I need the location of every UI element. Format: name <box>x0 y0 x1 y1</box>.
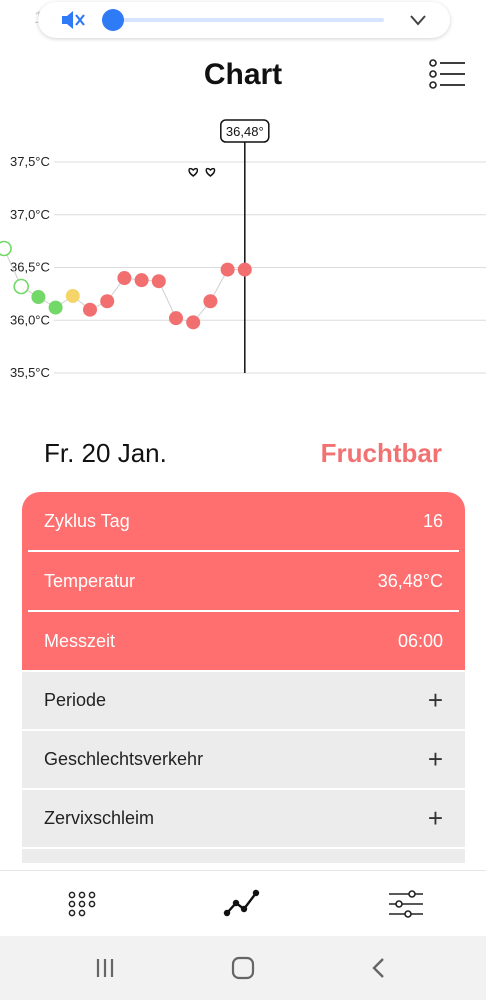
measure-time-value: 06:00 <box>397 630 443 651</box>
data-point <box>65 288 80 303</box>
list-item-partial[interactable] <box>22 849 465 863</box>
chevron-down-icon[interactable] <box>408 12 428 28</box>
day-summary-card: Zyklus Tag 16 Temperatur 36,48°C Messzei… <box>22 492 465 670</box>
status-bar: 13 <box>0 0 486 38</box>
entry-list: Periode + Geschlechtsverkehr + Zervixsch… <box>22 672 465 863</box>
measure-time-label: Messzeit <box>44 630 116 651</box>
cycle-day-row: Zyklus Tag 16 <box>22 492 465 550</box>
data-point <box>100 294 115 309</box>
back-icon[interactable] <box>364 954 394 982</box>
data-point <box>83 302 97 317</box>
list-item-label: Geschlechtsverkehr <box>44 749 204 769</box>
data-point <box>151 274 166 289</box>
data-point <box>220 262 235 277</box>
data-point <box>237 262 252 277</box>
list-item-label: Zervixschleim <box>44 808 155 828</box>
selected-date: Fr. 20 Jan. <box>44 438 167 468</box>
data-point <box>31 290 46 305</box>
home-icon[interactable] <box>228 954 258 982</box>
volume-slider-knob[interactable] <box>102 9 124 31</box>
speaker-muted-icon[interactable] <box>60 8 86 32</box>
list-item-geschlechtsverkehr[interactable]: Geschlechtsverkehr + <box>22 731 465 788</box>
selected-value-label: 36,48° <box>226 124 264 139</box>
temperature-row[interactable]: Temperatur 36,48°C <box>22 552 465 610</box>
bottom-navigation <box>0 870 486 937</box>
y-tick-label: 37,5°C <box>10 154 50 169</box>
list-menu-icon[interactable] <box>428 58 468 92</box>
list-item-periode[interactable]: Periode + <box>22 672 465 729</box>
data-point <box>203 294 218 309</box>
cycle-day-label: Zyklus Tag <box>44 510 130 531</box>
y-tick-label: 37,0°C <box>10 207 50 222</box>
volume-slider-track[interactable] <box>114 18 384 22</box>
cycle-day-value: 16 <box>422 510 443 531</box>
data-point <box>117 271 132 286</box>
temperature-chart[interactable]: 37,5°C 37,0°C 36,5°C 36,0°C 35,5°C 36,48° <box>0 110 486 390</box>
y-tick-label: 36,5°C <box>10 260 50 275</box>
temperature-value: 36,48°C <box>377 570 443 591</box>
temperature-label: Temperatur <box>44 570 136 591</box>
heart-icon <box>188 167 199 177</box>
heart-icon <box>205 167 216 177</box>
data-point <box>134 273 149 288</box>
dots-grid-icon[interactable] <box>62 887 102 921</box>
chart-line-icon[interactable] <box>222 887 262 921</box>
data-point <box>186 315 201 330</box>
sliders-icon[interactable] <box>386 887 426 921</box>
volume-panel[interactable] <box>38 2 450 38</box>
list-item-zervixschleim[interactable]: Zervixschleim + <box>22 790 465 847</box>
data-point <box>169 311 183 326</box>
plus-icon[interactable]: + <box>428 803 443 834</box>
fertility-status: Fruchtbar <box>320 438 442 468</box>
data-point <box>48 300 63 315</box>
data-point <box>13 278 30 295</box>
plus-icon[interactable]: + <box>428 685 443 716</box>
measure-time-row[interactable]: Messzeit 06:00 <box>22 612 465 670</box>
data-point <box>0 240 12 257</box>
y-tick-label: 35,5°C <box>10 365 50 380</box>
page-title: Chart <box>203 58 283 91</box>
system-navigation-bar <box>0 936 486 1000</box>
recent-apps-icon[interactable] <box>90 954 120 982</box>
plus-icon[interactable]: + <box>428 744 443 775</box>
y-tick-label: 36,0°C <box>10 312 50 327</box>
list-item-label: Periode <box>44 690 107 710</box>
